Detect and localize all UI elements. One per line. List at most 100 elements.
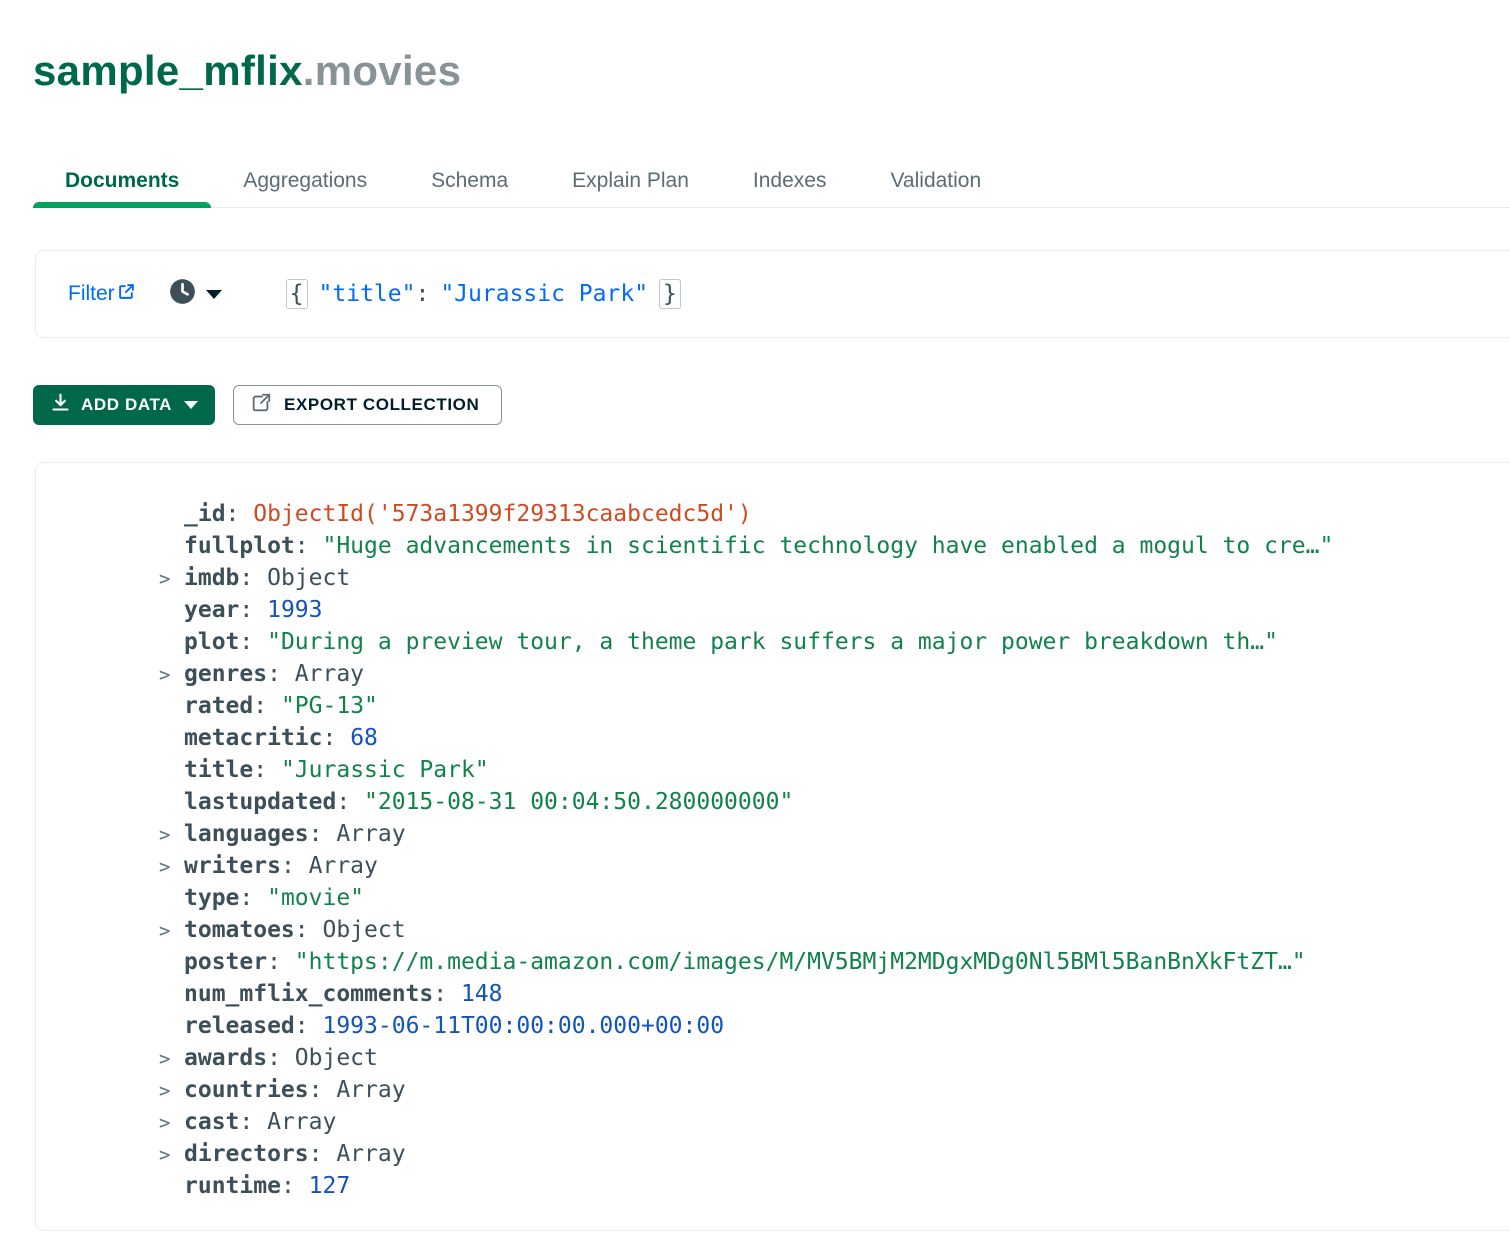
query-history-button[interactable] bbox=[169, 278, 222, 310]
field-colon: : bbox=[295, 533, 323, 559]
field-key: lastupdated bbox=[184, 789, 336, 815]
expand-chevron-icon[interactable]: > bbox=[159, 1139, 170, 1171]
field-key: plot bbox=[184, 629, 239, 655]
field-key: poster bbox=[184, 949, 267, 975]
expand-chevron-icon[interactable]: > bbox=[159, 819, 170, 851]
filter-query-input[interactable]: { "title": "Jurassic Park"} bbox=[286, 279, 681, 309]
document-field-row: >directors: Array bbox=[184, 1138, 1504, 1170]
document-field-row: lastupdated: "2015-08-31 00:04:50.280000… bbox=[184, 786, 1504, 818]
document-field-row: >languages: Array bbox=[184, 818, 1504, 850]
document-field-row: >imdb: Object bbox=[184, 562, 1504, 594]
expand-chevron-icon[interactable]: > bbox=[159, 1075, 170, 1107]
field-value[interactable]: "Huge advancements in scientific technol… bbox=[322, 533, 1333, 559]
field-colon: : bbox=[267, 949, 295, 975]
tab-documents[interactable]: Documents bbox=[33, 147, 211, 208]
tab-aggregations[interactable]: Aggregations bbox=[211, 147, 399, 208]
document-field-row: num_mflix_comments: 148 bbox=[184, 978, 1504, 1010]
field-value[interactable]: "movie" bbox=[267, 885, 364, 911]
document-field-row: rated: "PG-13" bbox=[184, 690, 1504, 722]
field-value[interactable]: "https://m.media-amazon.com/images/M/MV5… bbox=[295, 949, 1306, 975]
close-brace: } bbox=[659, 279, 681, 309]
field-value[interactable]: Array bbox=[336, 821, 405, 847]
field-colon: : bbox=[239, 1109, 267, 1135]
document-field-row: plot: "During a preview tour, a theme pa… bbox=[184, 626, 1504, 658]
document-field-row: type: "movie" bbox=[184, 882, 1504, 914]
query-colon: : bbox=[415, 281, 429, 307]
expand-chevron-icon[interactable]: > bbox=[159, 1107, 170, 1139]
field-value[interactable]: 68 bbox=[350, 725, 378, 751]
page-title: sample_mflix.movies bbox=[33, 50, 1510, 92]
field-value[interactable]: Array bbox=[336, 1077, 405, 1103]
field-value[interactable]: Array bbox=[267, 1109, 336, 1135]
collection-name: .movies bbox=[303, 47, 462, 94]
expand-chevron-icon[interactable]: > bbox=[159, 563, 170, 595]
field-value[interactable]: Array bbox=[309, 853, 378, 879]
tab-explain-plan[interactable]: Explain Plan bbox=[540, 147, 721, 208]
field-key: fullplot bbox=[184, 533, 295, 559]
field-colon: : bbox=[295, 1013, 323, 1039]
expand-chevron-icon[interactable]: > bbox=[159, 851, 170, 883]
tab-bar: DocumentsAggregationsSchemaExplain PlanI… bbox=[33, 147, 1510, 208]
document-field-row: title: "Jurassic Park" bbox=[184, 754, 1504, 786]
field-value[interactable]: 148 bbox=[461, 981, 503, 1007]
field-key: _id bbox=[184, 501, 226, 527]
field-colon: : bbox=[239, 885, 267, 911]
toolbar: ADD DATA EXPORT COLLECTION bbox=[33, 385, 1510, 425]
tab-indexes[interactable]: Indexes bbox=[721, 147, 859, 208]
field-value[interactable]: Array bbox=[295, 661, 364, 687]
field-value[interactable]: "PG-13" bbox=[281, 693, 378, 719]
field-value[interactable]: "Jurassic Park" bbox=[281, 757, 489, 783]
field-colon: : bbox=[239, 597, 267, 623]
open-brace: { bbox=[286, 279, 308, 309]
expand-chevron-icon[interactable]: > bbox=[159, 1043, 170, 1075]
field-colon: : bbox=[239, 629, 267, 655]
field-value[interactable]: Object bbox=[295, 1045, 378, 1071]
field-colon: : bbox=[309, 1077, 337, 1103]
field-colon: : bbox=[295, 917, 323, 943]
field-value[interactable]: 1993-06-11T00:00:00.000+00:00 bbox=[322, 1013, 724, 1039]
document-field-row: >cast: Array bbox=[184, 1106, 1504, 1138]
tab-schema[interactable]: Schema bbox=[399, 147, 540, 208]
document-json-view: _id: ObjectId('573a1399f29313caabcedc5d'… bbox=[184, 498, 1504, 1202]
field-colon: : bbox=[322, 725, 350, 751]
expand-chevron-icon[interactable]: > bbox=[159, 659, 170, 691]
field-colon: : bbox=[309, 1141, 337, 1167]
field-key: cast bbox=[184, 1109, 239, 1135]
chevron-down-icon bbox=[184, 401, 198, 409]
document-field-row: >awards: Object bbox=[184, 1042, 1504, 1074]
document-card: _id: ObjectId('573a1399f29313caabcedc5d'… bbox=[35, 462, 1510, 1231]
query-field: "title" bbox=[319, 281, 416, 307]
field-key: year bbox=[184, 597, 239, 623]
field-value[interactable]: "During a preview tour, a theme park suf… bbox=[267, 629, 1278, 655]
field-key: title bbox=[184, 757, 253, 783]
query-value: "Jurassic Park" bbox=[440, 281, 648, 307]
field-value[interactable]: 127 bbox=[309, 1173, 351, 1199]
field-value[interactable]: Object bbox=[322, 917, 405, 943]
expand-chevron-icon[interactable]: > bbox=[159, 915, 170, 947]
field-value[interactable]: Object bbox=[267, 565, 350, 591]
field-colon: : bbox=[253, 757, 281, 783]
database-name: sample_mflix bbox=[33, 47, 303, 94]
field-key: genres bbox=[184, 661, 267, 687]
document-field-row: >writers: Array bbox=[184, 850, 1504, 882]
field-key: tomatoes bbox=[184, 917, 295, 943]
field-value[interactable]: "2015-08-31 00:04:50.280000000" bbox=[364, 789, 793, 815]
field-value[interactable]: Array bbox=[336, 1141, 405, 1167]
field-value[interactable]: 1993 bbox=[267, 597, 322, 623]
export-collection-button[interactable]: EXPORT COLLECTION bbox=[233, 385, 502, 425]
tab-validation[interactable]: Validation bbox=[858, 147, 1013, 208]
filter-link[interactable]: Filter bbox=[68, 282, 135, 306]
document-field-row: year: 1993 bbox=[184, 594, 1504, 626]
external-link-icon bbox=[115, 282, 135, 306]
document-field-row: >tomatoes: Object bbox=[184, 914, 1504, 946]
document-field-row: >countries: Array bbox=[184, 1074, 1504, 1106]
field-value[interactable]: ObjectId('573a1399f29313caabcedc5d') bbox=[253, 501, 752, 527]
field-key: runtime bbox=[184, 1173, 281, 1199]
field-key: directors bbox=[184, 1141, 309, 1167]
field-key: metacritic bbox=[184, 725, 322, 751]
add-data-button[interactable]: ADD DATA bbox=[33, 385, 215, 425]
field-colon: : bbox=[267, 661, 295, 687]
field-colon: : bbox=[336, 789, 364, 815]
filter-label: Filter bbox=[68, 282, 115, 306]
field-colon: : bbox=[239, 565, 267, 591]
